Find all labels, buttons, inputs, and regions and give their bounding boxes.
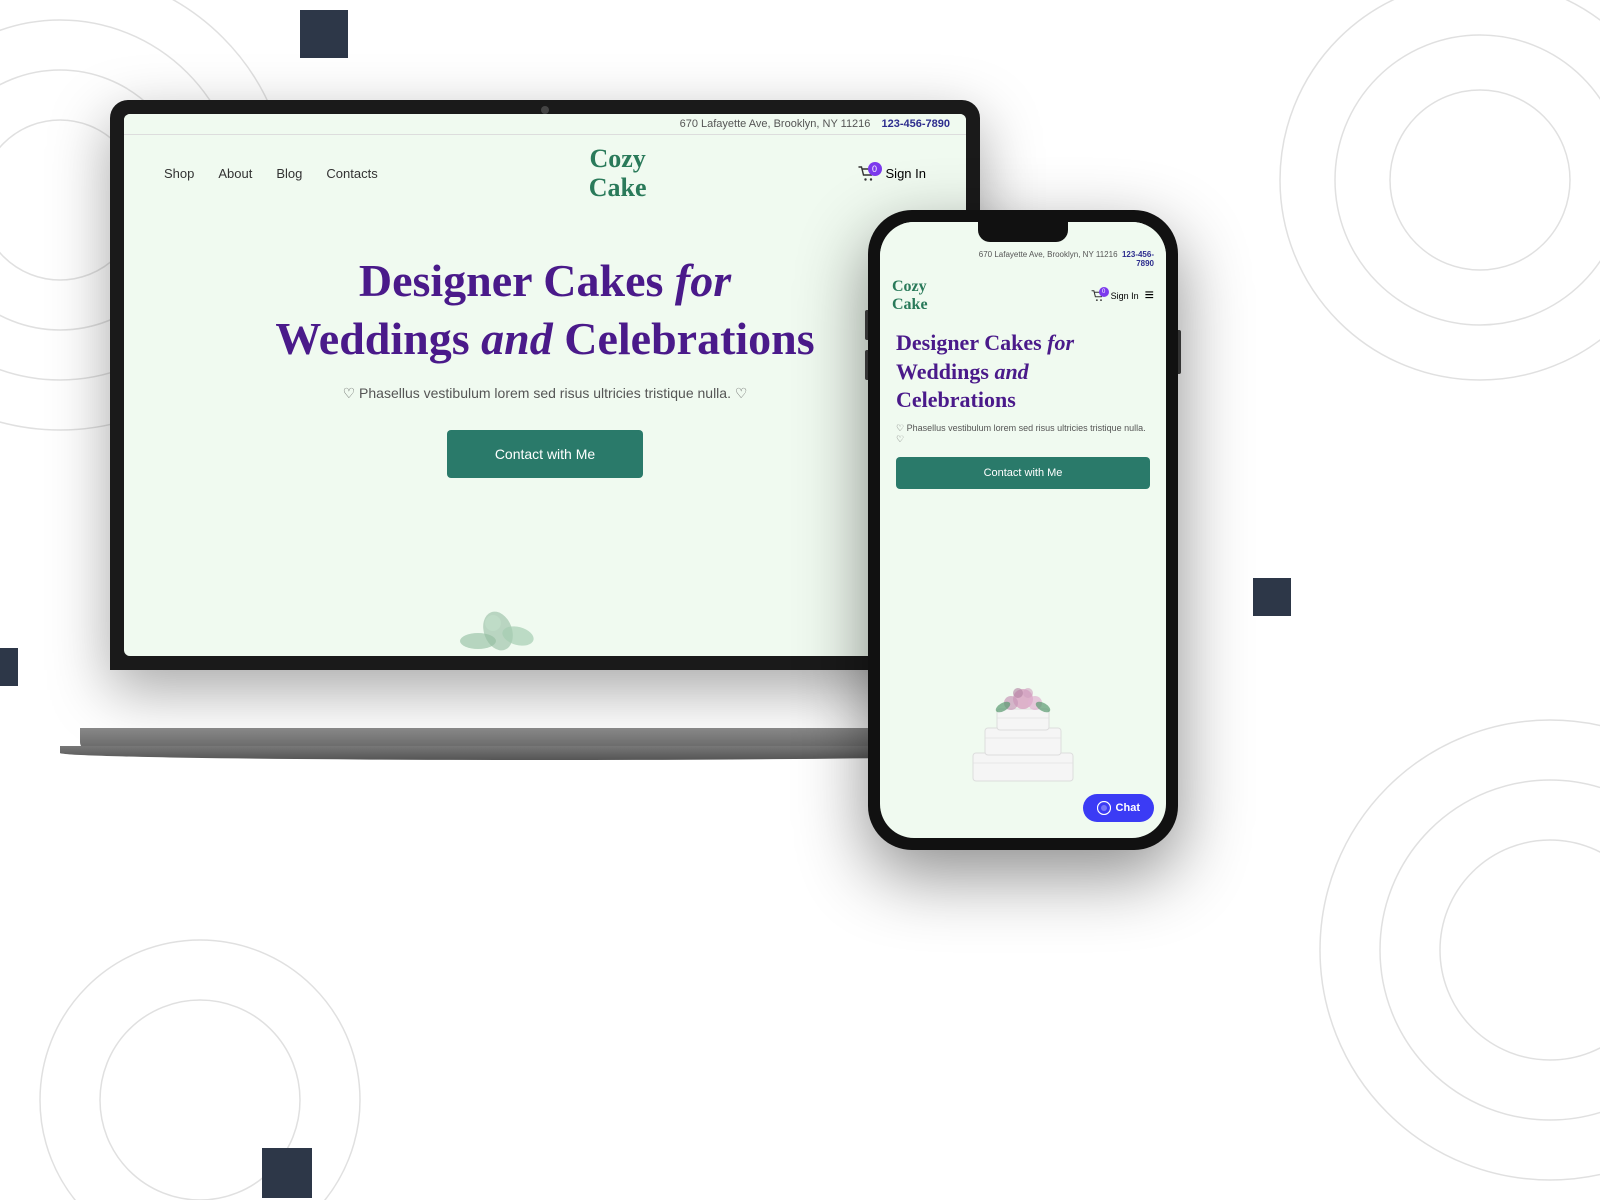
- phone-headline: Designer Cakes for Weddings and Celebrat…: [896, 329, 1150, 415]
- laptop-signin[interactable]: Sign In: [886, 166, 926, 181]
- deco-square-2: [0, 648, 18, 686]
- laptop-cart-badge: 0: [868, 162, 882, 176]
- nav-blog[interactable]: Blog: [276, 166, 302, 181]
- phone-nav: Cozy Cake 0 Sign In ≡: [880, 272, 1166, 319]
- laptop-nav-links: Shop About Blog Contacts: [164, 166, 378, 181]
- phone-address: 670 Lafayette Ave, Brooklyn, NY 11216: [979, 250, 1118, 259]
- phone-logo: Cozy Cake: [892, 278, 928, 313]
- deco-square-3: [1253, 578, 1291, 616]
- laptop-logo: Cozy Cake: [589, 145, 647, 202]
- phone-notch: [978, 222, 1068, 242]
- laptop-topbar: 670 Lafayette Ave, Brooklyn, NY 11216 12…: [124, 114, 966, 135]
- phone-subtext: ♡ Phasellus vestibulum lorem sed risus u…: [896, 423, 1150, 445]
- laptop-hero: Designer Cakes for Weddings and Celebrat…: [124, 212, 966, 498]
- phone-screen: 670 Lafayette Ave, Brooklyn, NY 11216 12…: [880, 222, 1166, 838]
- laptop-camera: [541, 106, 549, 114]
- phone-cart-badge: 0: [1099, 287, 1109, 297]
- nav-contacts[interactable]: Contacts: [326, 166, 377, 181]
- laptop-body: 670 Lafayette Ave, Brooklyn, NY 11216 12…: [110, 100, 980, 670]
- nav-shop[interactable]: Shop: [164, 166, 194, 181]
- laptop-subtext: ♡ Phasellus vestibulum lorem sed risus u…: [184, 385, 906, 402]
- laptop-headline: Designer Cakes for Weddings and Celebrat…: [184, 252, 906, 367]
- laptop-phone: 123-456-7890: [881, 118, 950, 130]
- laptop-device: 670 Lafayette Ave, Brooklyn, NY 11216 12…: [110, 100, 980, 750]
- chat-label: Chat: [1116, 802, 1140, 814]
- deco-square-4: [262, 1148, 312, 1198]
- laptop-screen: 670 Lafayette Ave, Brooklyn, NY 11216 12…: [124, 114, 966, 656]
- phone-device: 670 Lafayette Ave, Brooklyn, NY 11216 12…: [868, 210, 1178, 850]
- phone-volume-down: [865, 350, 868, 380]
- phone-power: [1178, 330, 1181, 374]
- laptop-cta-button[interactable]: Contact with Me: [447, 430, 643, 478]
- laptop-cake-deco: [438, 581, 568, 656]
- phone-nav-right: 0 Sign In ≡: [1091, 287, 1154, 305]
- laptop-cart[interactable]: 0: [858, 166, 876, 182]
- nav-about[interactable]: About: [218, 166, 252, 181]
- laptop-nav: Shop About Blog Contacts Cozy Cake: [124, 135, 966, 212]
- chat-button[interactable]: Chat: [1083, 794, 1154, 822]
- laptop-nav-right: 0 Sign In: [858, 166, 926, 182]
- deco-square-1: [300, 10, 348, 58]
- phone-cake-deco: [943, 663, 1103, 788]
- phone-volume-up: [865, 310, 868, 340]
- phone-signin[interactable]: Sign In: [1111, 291, 1139, 301]
- phone-cta-button[interactable]: Contact with Me: [896, 457, 1150, 489]
- laptop-address: 670 Lafayette Ave, Brooklyn, NY 11216: [680, 118, 871, 130]
- phone-number: 123-456-7890: [1120, 250, 1154, 268]
- phone-cart[interactable]: 0: [1091, 290, 1105, 302]
- phone-hero: Designer Cakes for Weddings and Celebrat…: [880, 319, 1166, 499]
- phone-body: 670 Lafayette Ave, Brooklyn, NY 11216 12…: [868, 210, 1178, 850]
- phone-menu-icon[interactable]: ≡: [1145, 287, 1154, 305]
